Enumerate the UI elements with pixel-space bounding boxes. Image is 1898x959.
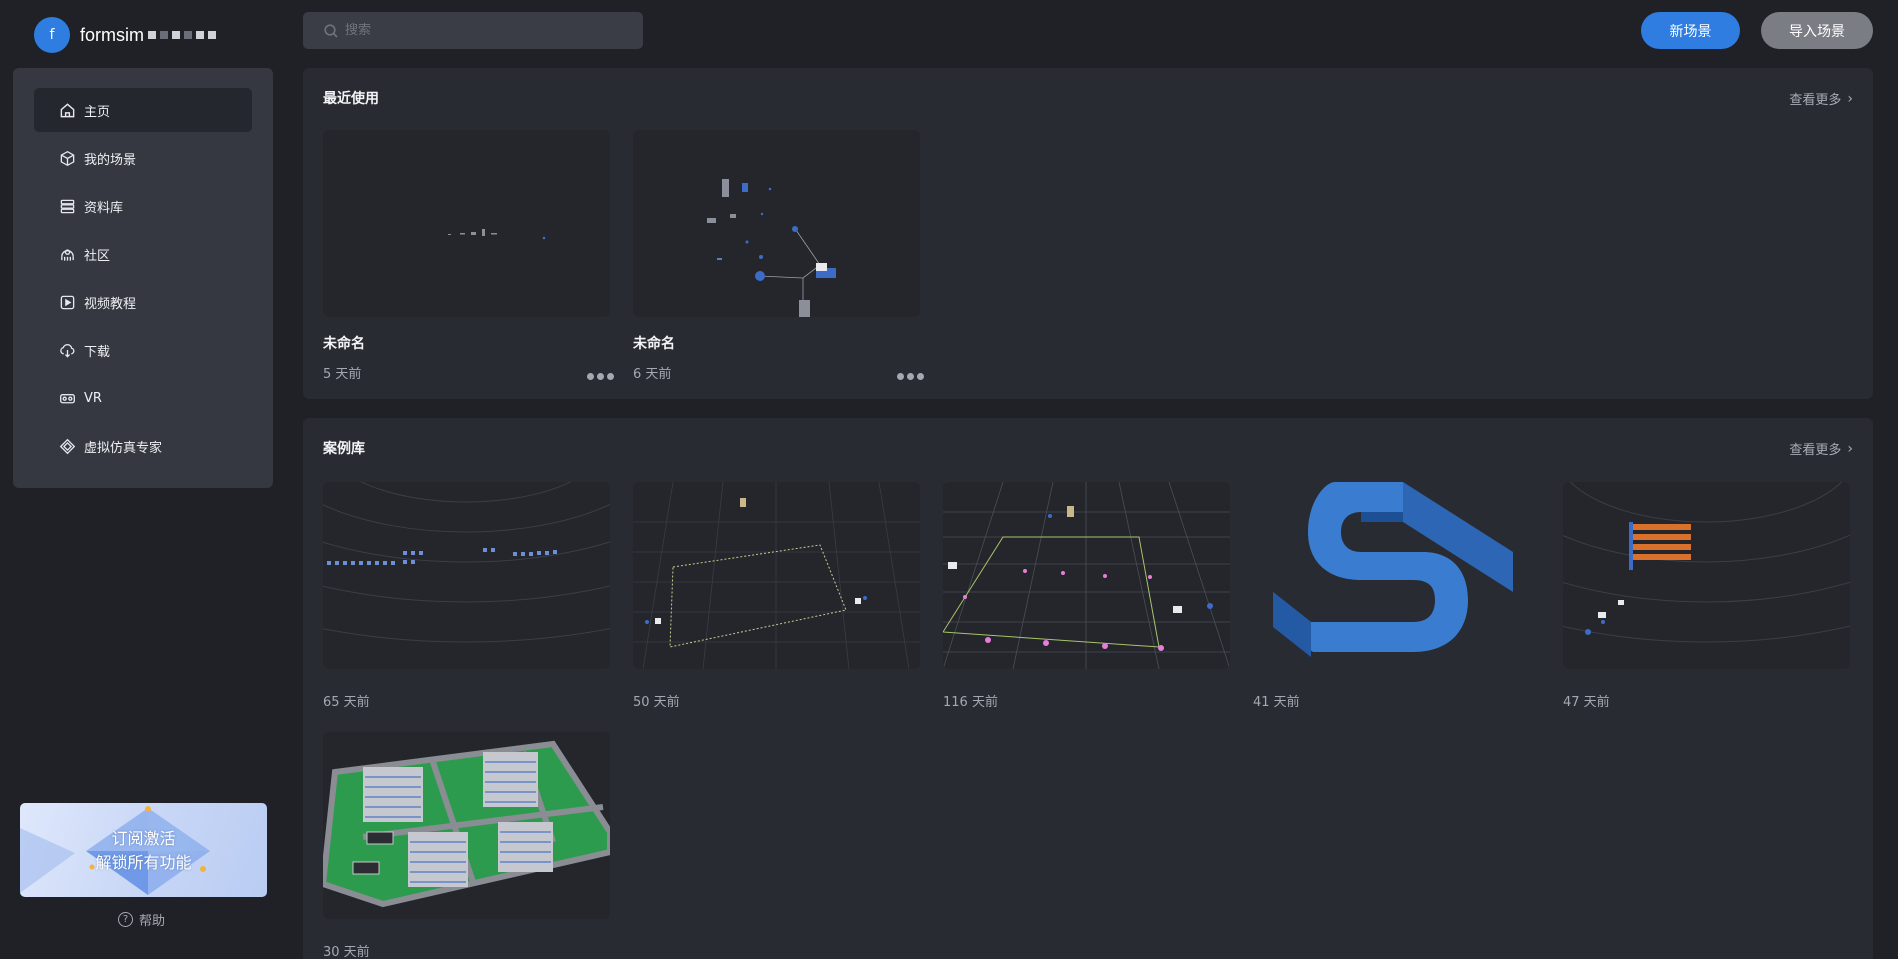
sidebar-item-vr[interactable]: VR (34, 376, 252, 420)
case-card[interactable]: 47 天前 (1563, 482, 1850, 710)
sidebar-item-my-scenes[interactable]: 我的场景 (34, 136, 252, 180)
scene-time: 5 天前 (323, 367, 362, 382)
sidebar-item-label: 资料库 (84, 200, 124, 216)
more-options-icon[interactable] (587, 373, 614, 380)
view-more-label: 查看更多 (1789, 443, 1842, 458)
sidebar-item-home[interactable]: 主页 (34, 88, 252, 132)
section-title: 最近使用 (323, 91, 379, 107)
import-scene-button[interactable]: 导入场景 (1761, 12, 1873, 49)
scene-name: 未命名 (323, 336, 365, 352)
case-time: 50 天前 (633, 695, 680, 710)
user-avatar[interactable]: f (34, 17, 70, 53)
case-time: 30 天前 (323, 945, 370, 959)
chevron-right-icon: › (1847, 90, 1853, 107)
sidebar-nav: 主页 我的场景 资料库 社区 视频教程 下载 VR 虚拟仿真专家 (13, 68, 273, 488)
case-time: 47 天前 (1563, 695, 1610, 710)
cloud-download-icon (58, 341, 76, 359)
sidebar-item-video-tutorials[interactable]: 视频教程 (34, 280, 252, 324)
help-label: 帮助 (139, 914, 166, 929)
recent-section: 最近使用 查看更多 › 未命名 5 天前 未命名 6 天前 (303, 68, 1873, 399)
scene-card[interactable]: 未命名 5 天前 (323, 130, 614, 382)
view-more-label: 查看更多 (1789, 93, 1842, 108)
banner-line-2: 解锁所有功能 (95, 853, 192, 872)
sidebar-item-label: 虚拟仿真专家 (84, 440, 163, 456)
brand-name: formsim (80, 24, 144, 45)
case-card[interactable]: 50 天前 (633, 482, 920, 710)
vr-headset-icon (58, 389, 76, 407)
play-icon (58, 293, 76, 311)
case-card[interactable]: 65 天前 (323, 482, 610, 710)
banner-line-1: 订阅激活 (111, 829, 176, 848)
scene-thumbnail[interactable] (633, 130, 920, 317)
scene-name: 未命名 (633, 336, 675, 352)
scene-card[interactable]: 未命名 6 天前 (633, 130, 924, 382)
sidebar-item-library[interactable]: 资料库 (34, 184, 252, 228)
case-thumbnail[interactable] (943, 482, 1230, 669)
case-thumbnail[interactable] (323, 732, 610, 919)
case-thumbnail[interactable] (633, 482, 920, 669)
sidebar-item-label: 主页 (84, 104, 111, 120)
sidebar-item-label: 我的场景 (84, 152, 137, 168)
case-thumbnail[interactable] (323, 482, 610, 669)
search-input[interactable] (345, 23, 625, 38)
case-time: 65 天前 (323, 695, 370, 710)
view-more-link[interactable]: 查看更多 › (1789, 439, 1853, 459)
question-icon: ? (118, 912, 133, 927)
brand[interactable]: f formsim (34, 16, 216, 54)
sidebar-item-label: VR (84, 390, 102, 406)
sidebar-item-label: 社区 (84, 248, 111, 264)
database-icon (58, 197, 76, 215)
scene-thumbnail[interactable] (323, 130, 610, 317)
scene-time: 6 天前 (633, 367, 672, 382)
view-more-link[interactable]: 查看更多 › (1789, 89, 1853, 109)
case-thumbnail[interactable] (1563, 482, 1850, 669)
community-icon (58, 245, 76, 263)
sidebar-item-label: 下载 (84, 344, 111, 360)
case-time: 116 天前 (943, 695, 998, 710)
search-icon (323, 23, 339, 39)
sidebar-item-label: 视频教程 (84, 296, 137, 312)
case-thumbnail[interactable] (1253, 482, 1540, 669)
new-scene-button[interactable]: 新场景 (1641, 12, 1740, 49)
help-link[interactable]: ? 帮助 (118, 910, 165, 929)
sidebar-item-download[interactable]: 下载 (34, 328, 252, 372)
search-box[interactable] (303, 12, 643, 49)
sidebar-item-community[interactable]: 社区 (34, 232, 252, 276)
more-options-icon[interactable] (897, 373, 924, 380)
brand-redacted-mask (148, 31, 216, 39)
section-title: 案例库 (323, 441, 365, 457)
case-time: 41 天前 (1253, 695, 1300, 710)
cube-icon (58, 149, 76, 167)
subscribe-banner[interactable]: 订阅激活 解锁所有功能 (20, 803, 267, 897)
case-card[interactable]: 41 天前 (1253, 482, 1540, 710)
diamond-icon (58, 437, 76, 455)
home-icon (58, 101, 76, 119)
chevron-right-icon: › (1847, 440, 1853, 457)
case-library-section: 案例库 查看更多 › 65 天前 50 天前 116 天前 41 天前 47 天… (303, 418, 1873, 959)
sidebar-item-virtual-expert[interactable]: 虚拟仿真专家 (34, 424, 252, 468)
case-card[interactable]: 116 天前 (943, 482, 1230, 710)
case-card[interactable]: 30 天前 (323, 732, 610, 959)
